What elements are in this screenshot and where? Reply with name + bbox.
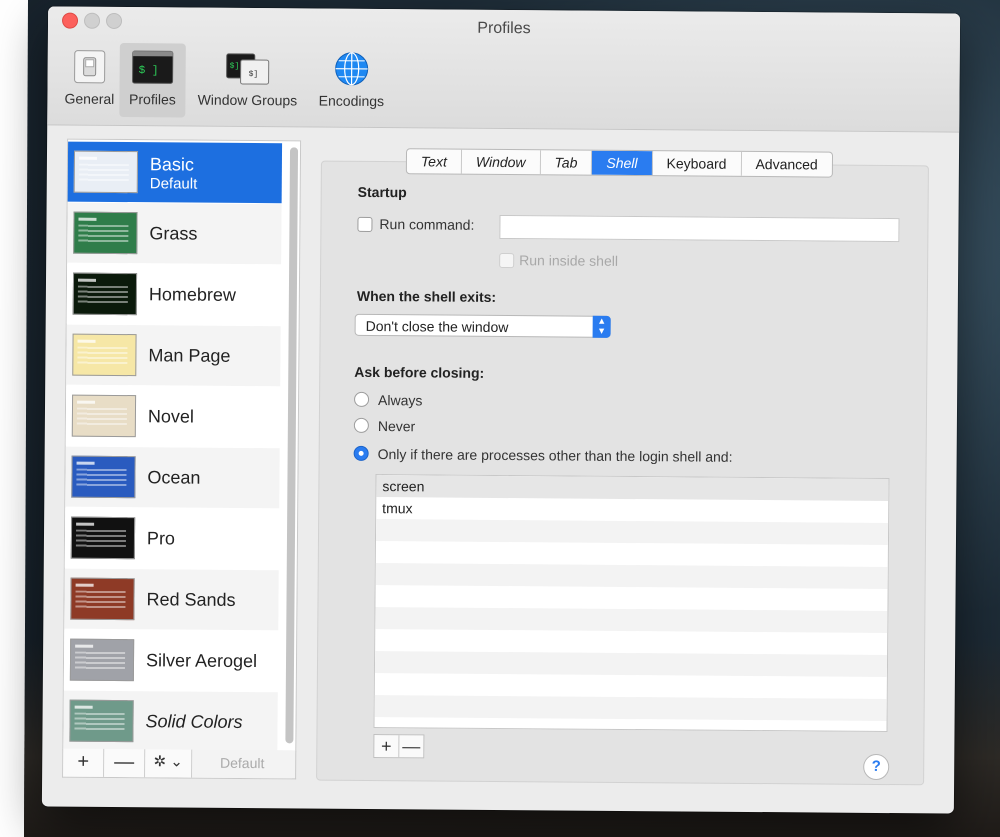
profile-item-ocean[interactable]: Ocean bbox=[65, 446, 280, 509]
terminal-profile-icon: $ ] bbox=[132, 50, 174, 84]
run-command-field[interactable] bbox=[499, 214, 900, 243]
radio-only-if-label: Only if there are processes other than t… bbox=[377, 446, 733, 465]
remove-process-button[interactable]: — bbox=[399, 735, 423, 757]
window-title: Profiles bbox=[477, 19, 531, 38]
tab-window[interactable]: Window bbox=[461, 149, 541, 175]
profile-item-basic[interactable]: Basic Default bbox=[67, 141, 283, 204]
process-list[interactable]: screen tmux bbox=[373, 474, 890, 733]
toolbar-label: Profiles bbox=[129, 91, 176, 108]
shell-exits-dropdown[interactable]: Don't close the window ▲ ▼ bbox=[354, 313, 611, 338]
toolbar-window-groups[interactable]: $] $] Window Groups bbox=[189, 44, 306, 119]
profile-thumbnail bbox=[71, 455, 136, 499]
run-inside-shell-label: Run inside shell bbox=[519, 252, 619, 269]
gear-menu-button[interactable]: ✲ ⌄ bbox=[145, 749, 193, 778]
profile-default-label: Default bbox=[149, 174, 198, 193]
profile-name: Red Sands bbox=[146, 589, 236, 610]
radio-never[interactable] bbox=[353, 417, 369, 433]
profiles-window: Profiles General $ ] Profiles $] $] Wind… bbox=[41, 6, 961, 814]
shell-settings-panel: Text Window Tab Shell Keyboard Advanced … bbox=[316, 148, 929, 786]
profile-list-actions: + — ✲ ⌄ Default bbox=[62, 748, 297, 780]
run-command-label: Run command: bbox=[379, 216, 475, 233]
dropdown-stepper-icon: ▲ ▼ bbox=[592, 315, 611, 338]
tab-tab[interactable]: Tab bbox=[540, 150, 593, 175]
profile-name: Homebrew bbox=[148, 284, 237, 305]
shell-exits-heading: When the shell exits: bbox=[356, 287, 497, 305]
toolbar-label: Encodings bbox=[318, 92, 385, 110]
profile-item-grass[interactable]: Grass bbox=[67, 202, 282, 265]
add-process-button[interactable]: + bbox=[374, 735, 400, 758]
profile-thumbnail bbox=[73, 150, 139, 194]
profile-list-scrollbar[interactable] bbox=[285, 147, 299, 744]
profile-thumbnail bbox=[71, 394, 137, 438]
settings-tabs: Text Window Tab Shell Keyboard Advanced bbox=[405, 148, 833, 178]
ask-before-closing-heading: Ask before closing: bbox=[354, 363, 485, 381]
profile-name: Basic bbox=[149, 153, 195, 175]
shell-exits-value: Don't close the window bbox=[365, 317, 509, 336]
tab-keyboard[interactable]: Keyboard bbox=[652, 151, 742, 176]
window-groups-icon: $] $] bbox=[226, 53, 270, 85]
profile-item-pro[interactable]: Pro bbox=[64, 507, 280, 570]
radio-always-label: Always bbox=[378, 392, 423, 409]
empty-row bbox=[374, 695, 887, 722]
svg-text:$]: $] bbox=[230, 62, 240, 71]
profile-thumbnail bbox=[70, 516, 136, 560]
profile-item-red-sands[interactable]: Red Sands bbox=[64, 568, 279, 631]
process-list-actions: + — bbox=[373, 734, 425, 759]
profile-name: Silver Aerogel bbox=[145, 650, 258, 672]
profile-item-man-page[interactable]: Man Page bbox=[66, 324, 281, 387]
radio-never-label: Never bbox=[377, 418, 416, 435]
profile-thumbnail bbox=[69, 638, 135, 682]
general-switch-icon bbox=[74, 50, 106, 84]
set-default-button[interactable]: Default bbox=[192, 749, 293, 779]
profile-item-novel[interactable]: Novel bbox=[65, 385, 281, 448]
profile-name: Solid Colors bbox=[145, 711, 243, 732]
profile-name: Ocean bbox=[147, 467, 201, 488]
radio-only-if-processes[interactable] bbox=[353, 445, 369, 461]
add-profile-button[interactable]: + bbox=[63, 748, 105, 777]
profile-list[interactable]: Basic Default Grass Homebrew Man Page No… bbox=[62, 138, 302, 753]
profile-thumbnail bbox=[73, 211, 138, 255]
toolbar-general[interactable]: General bbox=[61, 43, 118, 117]
profile-name: Novel bbox=[147, 406, 195, 427]
toolbar-label: General bbox=[64, 90, 115, 107]
tab-advanced[interactable]: Advanced bbox=[741, 152, 831, 177]
toolbar-profiles[interactable]: $ ] Profiles bbox=[119, 42, 186, 118]
startup-heading: Startup bbox=[357, 183, 407, 201]
svg-text:$]: $] bbox=[249, 70, 259, 79]
profile-thumbnail bbox=[72, 272, 138, 316]
title-bar: Profiles General $ ] Profiles $] $] Wind… bbox=[47, 6, 961, 133]
toolbar-encodings[interactable]: Encodings bbox=[311, 45, 392, 120]
toolbar-label: Window Groups bbox=[197, 91, 298, 109]
help-button[interactable]: ? bbox=[863, 753, 890, 781]
profile-name: Grass bbox=[149, 223, 198, 244]
tab-text[interactable]: Text bbox=[406, 149, 462, 174]
profile-item-solid-colors[interactable]: Solid Colors bbox=[63, 690, 278, 753]
profile-item-silver-aerogel[interactable]: Silver Aerogel bbox=[63, 629, 279, 692]
profile-name: Man Page bbox=[148, 345, 231, 366]
run-command-checkbox[interactable] bbox=[357, 216, 373, 232]
tab-shell[interactable]: Shell bbox=[592, 150, 653, 176]
remove-profile-button[interactable]: — bbox=[104, 748, 146, 778]
profile-item-homebrew[interactable]: Homebrew bbox=[66, 263, 282, 326]
radio-always[interactable] bbox=[354, 391, 370, 407]
globe-icon bbox=[335, 52, 369, 86]
svg-text:$ ]: $ ] bbox=[139, 65, 159, 77]
profile-thumbnail bbox=[70, 577, 135, 621]
run-inside-shell-checkbox[interactable] bbox=[499, 252, 515, 269]
profile-name: Pro bbox=[146, 528, 176, 549]
profile-thumbnail bbox=[69, 699, 134, 743]
profile-thumbnail bbox=[72, 333, 137, 377]
